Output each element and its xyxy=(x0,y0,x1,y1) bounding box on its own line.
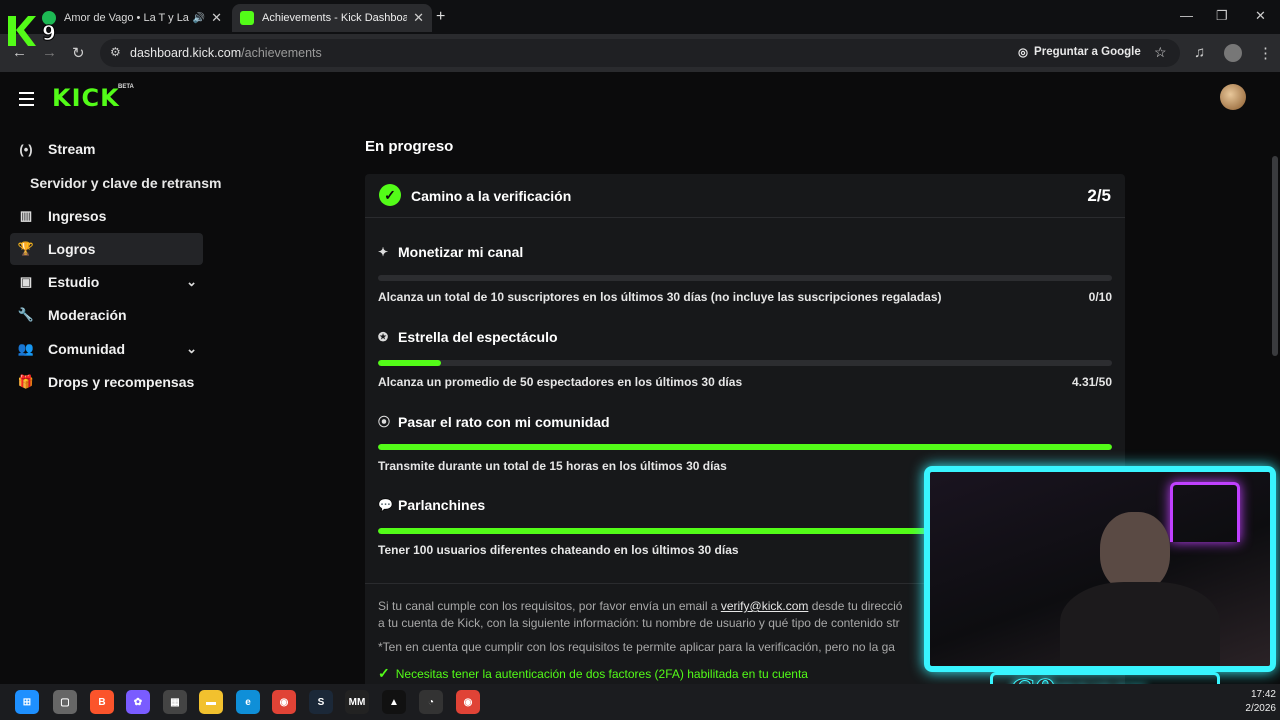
hamburger-menu-icon[interactable] xyxy=(19,92,34,110)
tab-music[interactable]: Amor de Vago • La T y La M 🔊 ✕ xyxy=(34,4,230,32)
speaker-icon: 🔊 xyxy=(192,12,206,24)
obs-icon[interactable]: ◔ xyxy=(419,690,443,714)
achievement-desc: Alcanza un total de 10 suscriptores en l… xyxy=(378,290,942,304)
edge-icon[interactable]: e xyxy=(236,690,260,714)
check-icon: ✓ xyxy=(378,665,390,681)
url-text[interactable]: dashboard.kick.com/achievements xyxy=(130,46,322,60)
close-tab-icon[interactable]: ✕ xyxy=(413,10,424,26)
close-window-icon[interactable]: ✕ xyxy=(1255,8,1266,24)
achievement-progress: 4.31/50 xyxy=(1071,375,1112,389)
address-bar-row: ← → ↻ ⚙ dashboard.kick.com/achievements … xyxy=(0,34,1280,72)
menu-dots-icon[interactable]: ⋮ xyxy=(1258,44,1273,62)
sparkle-icon: ✦ xyxy=(378,245,389,259)
lens-icon: ◎ xyxy=(1018,47,1029,59)
k9-overlay-logo: 9 xyxy=(8,16,56,46)
sidebar-item-stream[interactable]: (•) Stream xyxy=(10,133,203,165)
verification-note: *Ten en cuenta que cumplir con los requi… xyxy=(378,640,895,654)
steam-icon[interactable]: S xyxy=(309,690,333,714)
requirement-2fa: ✓ Necesitas tener la autenticación de dos… xyxy=(378,665,808,681)
webcam-overlay xyxy=(924,466,1276,672)
media-controls-icon[interactable]: ♫ xyxy=(1194,44,1205,61)
section-title: En progreso xyxy=(365,138,454,155)
verification-instructions: Si tu canal cumple con los requisitos, p… xyxy=(378,599,903,613)
achievement-progress: 0/10 xyxy=(1088,290,1112,304)
folder-icon[interactable]: ▬ xyxy=(199,690,223,714)
bookmark-star-icon[interactable]: ☆ xyxy=(1154,44,1167,61)
card-title: Camino a la verificación xyxy=(411,188,572,204)
achievement-desc: Tener 100 usuarios diferentes chateando … xyxy=(378,543,739,557)
gift-icon: 🎁 xyxy=(17,374,35,389)
achievement-desc: Transmite durante un total de 15 horas e… xyxy=(378,459,727,473)
user-star-icon: ✪ xyxy=(378,330,389,344)
site-settings-icon[interactable]: ⚙ xyxy=(110,45,121,59)
streamer-head xyxy=(1100,512,1170,592)
store-icon[interactable]: ▦ xyxy=(163,690,187,714)
chevron-down-icon[interactable]: ⌄ xyxy=(186,341,197,357)
close-tab-icon[interactable]: ✕ xyxy=(211,10,222,26)
sidebar-subitem-server-key[interactable]: Servidor y clave de retransm xyxy=(30,175,221,191)
card-count: 2/5 xyxy=(1087,186,1111,205)
sidebar-item-comunidad[interactable]: 👥 Comunidad ⌄ xyxy=(10,333,203,365)
sidebar-item-ingresos[interactable]: ▥ Ingresos xyxy=(10,200,203,232)
profile-icon[interactable] xyxy=(1224,44,1242,62)
achievement-desc: Alcanza un promedio de 50 espectadores e… xyxy=(378,375,743,389)
omnibox[interactable]: ⚙ dashboard.kick.com/achievements ◎ Pregu… xyxy=(100,39,1180,67)
minimize-icon[interactable]: — xyxy=(1180,8,1193,23)
sidebar-item-estudio[interactable]: ▣ Estudio ⌄ xyxy=(10,266,203,298)
sidebar-item-drops[interactable]: 🎁 Drops y recompensas xyxy=(10,366,203,398)
new-tab-button[interactable]: + xyxy=(436,8,445,26)
reload-icon[interactable]: ↻ xyxy=(72,44,85,62)
scrollbar-thumb[interactable] xyxy=(1272,156,1278,356)
restore-icon[interactable]: ❐ xyxy=(1216,8,1228,24)
verify-email-link[interactable]: verify@kick.com xyxy=(721,599,809,613)
start-icon[interactable]: ⊞ xyxy=(15,690,39,714)
kick-favicon-icon xyxy=(240,11,254,25)
broadcast-icon: ⦿ xyxy=(378,415,391,429)
system-clock[interactable]: 17:42 2/2026 xyxy=(1236,688,1276,716)
streamer-body xyxy=(1060,582,1220,666)
app-afk-icon[interactable]: ▲ xyxy=(382,690,406,714)
app-mm-icon[interactable]: MM xyxy=(345,690,369,714)
progress-bar xyxy=(378,360,1112,366)
wrench-icon: 🔧 xyxy=(17,307,35,322)
chevron-down-icon[interactable]: ⌄ xyxy=(186,274,197,290)
kick-logo[interactable]: KICK xyxy=(52,84,120,112)
task-view-icon[interactable]: ▢ xyxy=(53,690,77,714)
progress-bar xyxy=(378,275,1112,281)
user-avatar[interactable] xyxy=(1220,84,1246,110)
svg-text:9: 9 xyxy=(42,21,56,45)
verification-instructions-2: a tu cuenta de Kick, con la siguiente in… xyxy=(378,616,900,630)
windows-taskbar: ⊞ ▢ B ✿ ▦ ▬ e ◉ S MM ▲ ◔ ◉ 17:42 2/2026 xyxy=(0,684,1280,720)
tab-title: Achievements - Kick Dashboard xyxy=(262,12,408,24)
achievement-title: Estrella del espectáculo xyxy=(398,329,558,345)
verified-badge-icon: ✓ xyxy=(379,184,401,206)
chat-bubble-icon: 💬 xyxy=(378,498,393,512)
studio-icon: ▣ xyxy=(19,274,33,289)
beta-badge: BETA xyxy=(118,84,134,90)
sidebar-item-logros[interactable]: 🏆 Logros xyxy=(10,233,203,265)
neon-light xyxy=(1170,482,1240,542)
sidebar-item-moderacion[interactable]: 🔧 Moderación xyxy=(10,299,203,331)
progress-bar xyxy=(378,444,1112,450)
achievement-title: Pasar el rato con mi comunidad xyxy=(398,413,610,430)
achievement-title: Monetizar mi canal xyxy=(398,244,524,260)
card-header[interactable]: ✓ Camino a la verificación 2/5 xyxy=(365,174,1125,218)
tab-achievements[interactable]: Achievements - Kick Dashboard ✕ xyxy=(232,4,432,32)
chart-icon: ▥ xyxy=(19,208,33,223)
ask-google-button[interactable]: ◎ Preguntar a Google xyxy=(1018,45,1141,59)
broadcast-icon: (•) xyxy=(19,141,33,157)
copilot-icon[interactable]: ✿ xyxy=(126,690,150,714)
tab-title: Amor de Vago • La T y La M xyxy=(64,12,189,24)
community-icon: 👥 xyxy=(17,341,35,356)
chrome-icon[interactable]: ◉ xyxy=(272,690,296,714)
achievement-title: Parlanchines xyxy=(398,497,486,513)
brave-icon[interactable]: B xyxy=(90,690,114,714)
chrome-active-icon[interactable]: ◉ xyxy=(456,690,480,714)
browser-tab-bar: Amor de Vago • La T y La M 🔊 ✕ Achieveme… xyxy=(0,0,1280,34)
trophy-icon: 🏆 xyxy=(17,241,35,256)
